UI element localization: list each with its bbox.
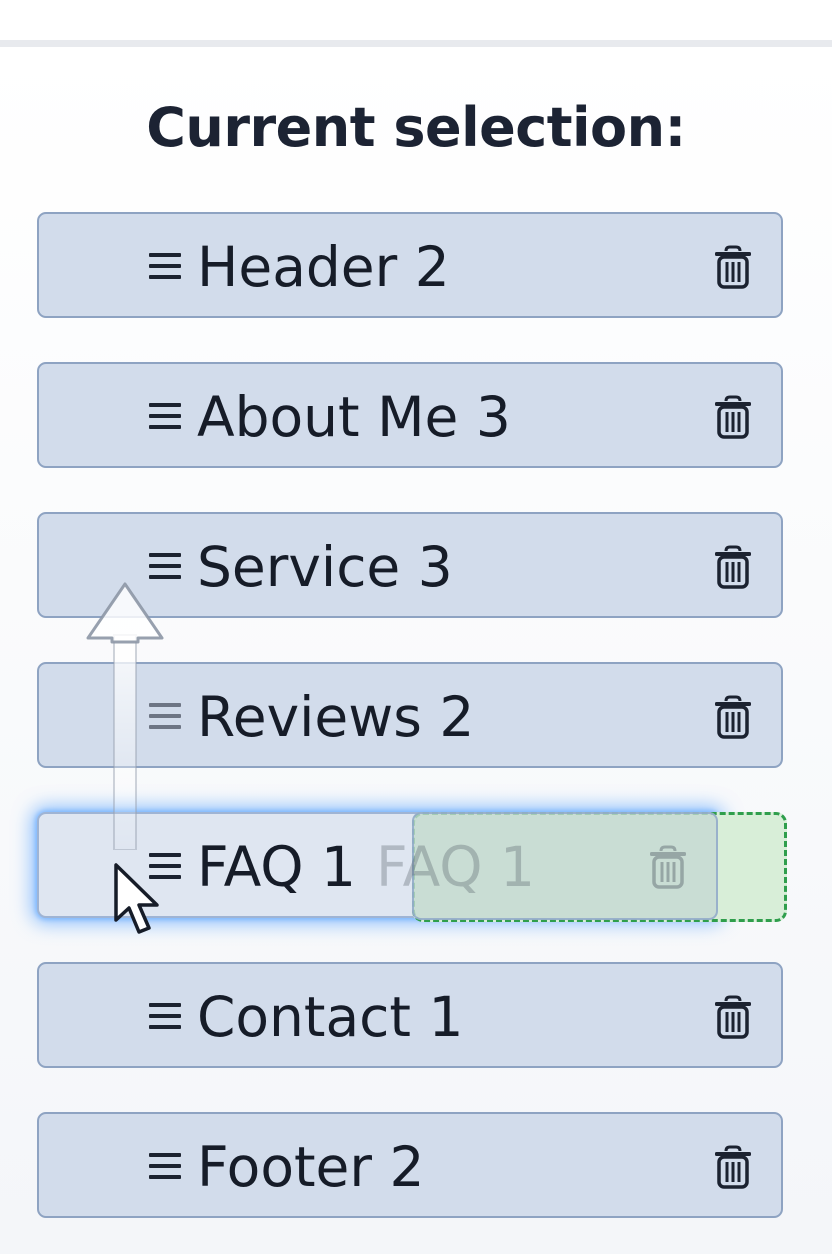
drag-handle-icon[interactable] [147,548,183,584]
selection-item-label: About Me 3 [197,385,511,449]
mouse-pointer-icon [114,863,159,934]
selection-item-contact[interactable]: Contact 1 [37,962,783,1068]
selection-item-label: Header 2 [197,235,450,299]
trash-icon[interactable] [713,695,753,739]
arrow-up-icon [86,582,164,850]
selection-item-label: FAQ 1 [197,835,357,899]
selection-item-footer[interactable]: Footer 2 [37,1112,783,1218]
selection-item-label: Reviews 2 [197,685,475,749]
trash-icon[interactable] [713,545,753,589]
selection-item-label: Footer 2 [197,1135,425,1199]
selection-item-label: Service 3 [197,535,453,599]
selection-item-label: Contact 1 [197,985,464,1049]
trash-icon[interactable] [713,395,753,439]
trash-icon[interactable] [713,1145,753,1189]
drag-ghost-label: FAQ 1 [376,835,536,899]
trash-icon[interactable] [713,995,753,1039]
selection-item-header[interactable]: Header 2 [37,212,783,318]
selection-item-about-me[interactable]: About Me 3 [37,362,783,468]
drag-handle-icon[interactable] [147,248,183,284]
trash-icon [650,845,686,889]
drag-ghost-item: FAQ 1 [376,812,718,920]
drag-handle-icon[interactable] [147,1148,183,1184]
drag-handle-icon[interactable] [147,398,183,434]
drag-handle-icon[interactable] [147,998,183,1034]
trash-icon[interactable] [713,245,753,289]
